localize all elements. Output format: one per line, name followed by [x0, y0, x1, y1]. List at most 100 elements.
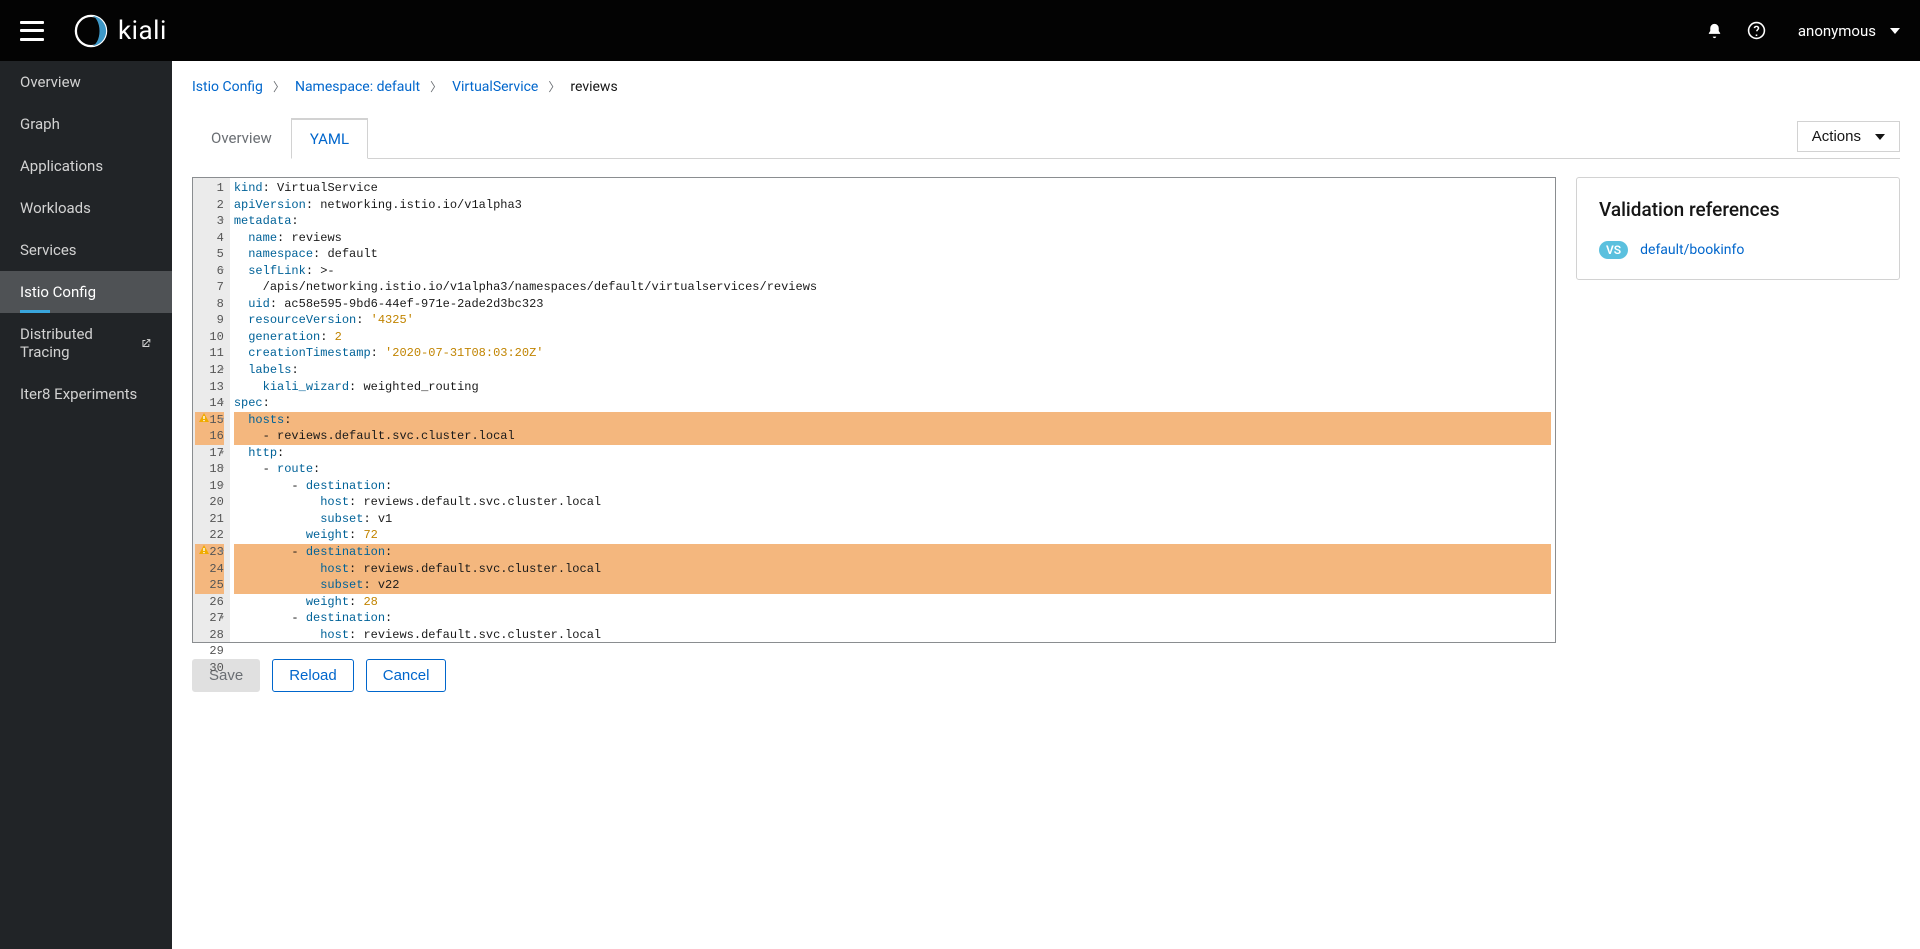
validation-ref-link[interactable]: default/bookinfo	[1640, 242, 1744, 258]
code-line[interactable]: weight: 72	[234, 527, 1551, 544]
gutter-line: 9	[195, 312, 224, 329]
gutter-line: 19▾	[195, 478, 224, 495]
sidebar-item-workloads[interactable]: Workloads	[0, 187, 172, 229]
caret-down-icon	[1875, 134, 1885, 140]
code-line[interactable]: - route:	[234, 461, 1551, 478]
sidebar-item-distributed-tracing[interactable]: Distributed Tracing	[0, 313, 172, 373]
sidebar-item-graph[interactable]: Graph	[0, 103, 172, 145]
cancel-button[interactable]: Cancel	[366, 659, 447, 692]
fold-icon[interactable]: ▾	[219, 463, 224, 475]
sidebar-item-label: Graph	[20, 115, 60, 133]
gutter-line: 3▾	[195, 213, 224, 230]
validation-title: Validation references	[1599, 198, 1877, 221]
breadcrumb: Istio Config 〉 Namespace: default 〉 VirtualS…	[192, 78, 1900, 95]
fold-icon[interactable]: ▾	[219, 546, 224, 558]
main-content: Istio Config 〉 Namespace: default 〉 VirtualS…	[172, 61, 1920, 949]
sidebar-item-overview[interactable]: Overview	[0, 61, 172, 103]
code-line[interactable]: subset: v22	[234, 577, 1551, 594]
gutter-line: 25	[195, 577, 224, 594]
code-line[interactable]: uid: ac58e595-9bd6-44ef-971e-2ade2d3bc32…	[234, 296, 1551, 313]
gutter-line: 17▾	[195, 445, 224, 462]
gutter-line: 15▾	[195, 412, 224, 429]
fold-icon[interactable]: ▾	[219, 215, 224, 227]
tab-overview[interactable]: Overview	[192, 118, 291, 159]
fold-icon[interactable]: ▾	[219, 447, 224, 459]
code-line[interactable]: name: reviews	[234, 230, 1551, 247]
fold-icon[interactable]: ▾	[219, 414, 224, 426]
code-line[interactable]: - destination:	[234, 610, 1551, 627]
actions-label: Actions	[1812, 128, 1861, 145]
sidebar-item-iter8-experiments[interactable]: Iter8 Experiments	[0, 373, 172, 415]
reload-button[interactable]: Reload	[272, 659, 354, 692]
gutter-line: 23▾	[195, 544, 224, 561]
external-link-icon	[140, 337, 152, 350]
code-line[interactable]: - destination:	[234, 478, 1551, 495]
fold-icon[interactable]: ▾	[219, 265, 224, 277]
code-line[interactable]: resourceVersion: '4325'	[234, 312, 1551, 329]
code-line[interactable]: hosts:	[234, 412, 1551, 429]
breadcrumb-segment[interactable]: VirtualService	[452, 79, 538, 95]
code-line[interactable]: creationTimestamp: '2020-07-31T08:03:20Z…	[234, 345, 1551, 362]
gutter-line: 18▾	[195, 461, 224, 478]
gutter-line: 4	[195, 230, 224, 247]
breadcrumb-separator: 〉	[548, 78, 560, 95]
yaml-editor[interactable]: 1 2 3▾ 4 5 6▾ 7 8 9 10 11 12▾ 13 14▾ 15▾…	[192, 177, 1556, 643]
code-line[interactable]: metadata:	[234, 213, 1551, 230]
code-line[interactable]: host: reviews.default.svc.cluster.local	[234, 494, 1551, 511]
sidebar-item-label: Services	[20, 241, 77, 259]
menu-toggle-icon[interactable]	[20, 21, 44, 41]
user-menu[interactable]: anonymous	[1798, 22, 1900, 40]
code-line[interactable]: - reviews.default.svc.cluster.local	[234, 428, 1551, 445]
brand[interactable]: kiali	[74, 14, 167, 48]
breadcrumb-segment[interactable]: Istio Config	[192, 79, 263, 95]
warning-icon	[199, 545, 209, 555]
sidebar-item-services[interactable]: Services	[0, 229, 172, 271]
code-line[interactable]: generation: 2	[234, 329, 1551, 346]
code-line[interactable]: apiVersion: networking.istio.io/v1alpha3	[234, 197, 1551, 214]
tab-row: Overview YAML Actions	[192, 117, 1900, 159]
code-line[interactable]: subset: v1	[234, 511, 1551, 528]
gutter-line: 20	[195, 494, 224, 511]
sidebar-item-applications[interactable]: Applications	[0, 145, 172, 187]
code-line[interactable]: labels:	[234, 362, 1551, 379]
code-line[interactable]: host: reviews.default.svc.cluster.local	[234, 627, 1551, 642]
gutter-line: 21	[195, 511, 224, 528]
breadcrumb-segment[interactable]: Namespace: default	[295, 79, 420, 95]
code-line[interactable]: host: reviews.default.svc.cluster.local	[234, 561, 1551, 578]
gutter-line: 30	[195, 660, 224, 677]
code-line[interactable]: namespace: default	[234, 246, 1551, 263]
code-line[interactable]: - destination:	[234, 544, 1551, 561]
fold-icon[interactable]: ▾	[219, 480, 224, 492]
sidebar: Overview Graph Applications Workloads Servic…	[0, 61, 172, 949]
actions-dropdown[interactable]: Actions	[1797, 121, 1900, 152]
gutter-line: 14▾	[195, 395, 224, 412]
sidebar-item-label: Applications	[20, 157, 103, 175]
gutter-line: 26	[195, 594, 224, 611]
help-icon[interactable]	[1747, 21, 1766, 40]
gutter-line: 12▾	[195, 362, 224, 379]
gutter-line: 5	[195, 246, 224, 263]
gutter-line: 8	[195, 296, 224, 313]
fold-icon[interactable]: ▾	[219, 364, 224, 376]
code-line[interactable]: /apis/networking.istio.io/v1alpha3/names…	[234, 279, 1551, 296]
validation-reference[interactable]: VS default/bookinfo	[1599, 241, 1877, 259]
code-line[interactable]: kiali_wizard: weighted_routing	[234, 379, 1551, 396]
gutter-line: 27▾	[195, 610, 224, 627]
code-line[interactable]: http:	[234, 445, 1551, 462]
bell-icon[interactable]	[1706, 22, 1723, 40]
breadcrumb-segment: reviews	[570, 79, 617, 95]
fold-icon[interactable]: ▾	[219, 612, 224, 624]
sidebar-item-label: Distributed Tracing	[20, 325, 134, 361]
sidebar-item-istio-config[interactable]: Istio Config	[0, 271, 172, 313]
fold-icon[interactable]: ▾	[219, 397, 224, 409]
code-line[interactable]: kind: VirtualService	[234, 180, 1551, 197]
breadcrumb-separator: 〉	[430, 78, 442, 95]
gutter-line: 6▾	[195, 263, 224, 280]
gutter-line: 29	[195, 643, 224, 660]
code-line[interactable]: selfLink: >-	[234, 263, 1551, 280]
code-line[interactable]: spec:	[234, 395, 1551, 412]
tab-yaml[interactable]: YAML	[291, 118, 368, 159]
gutter-line: 11	[195, 345, 224, 362]
code-line[interactable]: weight: 28	[234, 594, 1551, 611]
gutter-line: 13	[195, 379, 224, 396]
